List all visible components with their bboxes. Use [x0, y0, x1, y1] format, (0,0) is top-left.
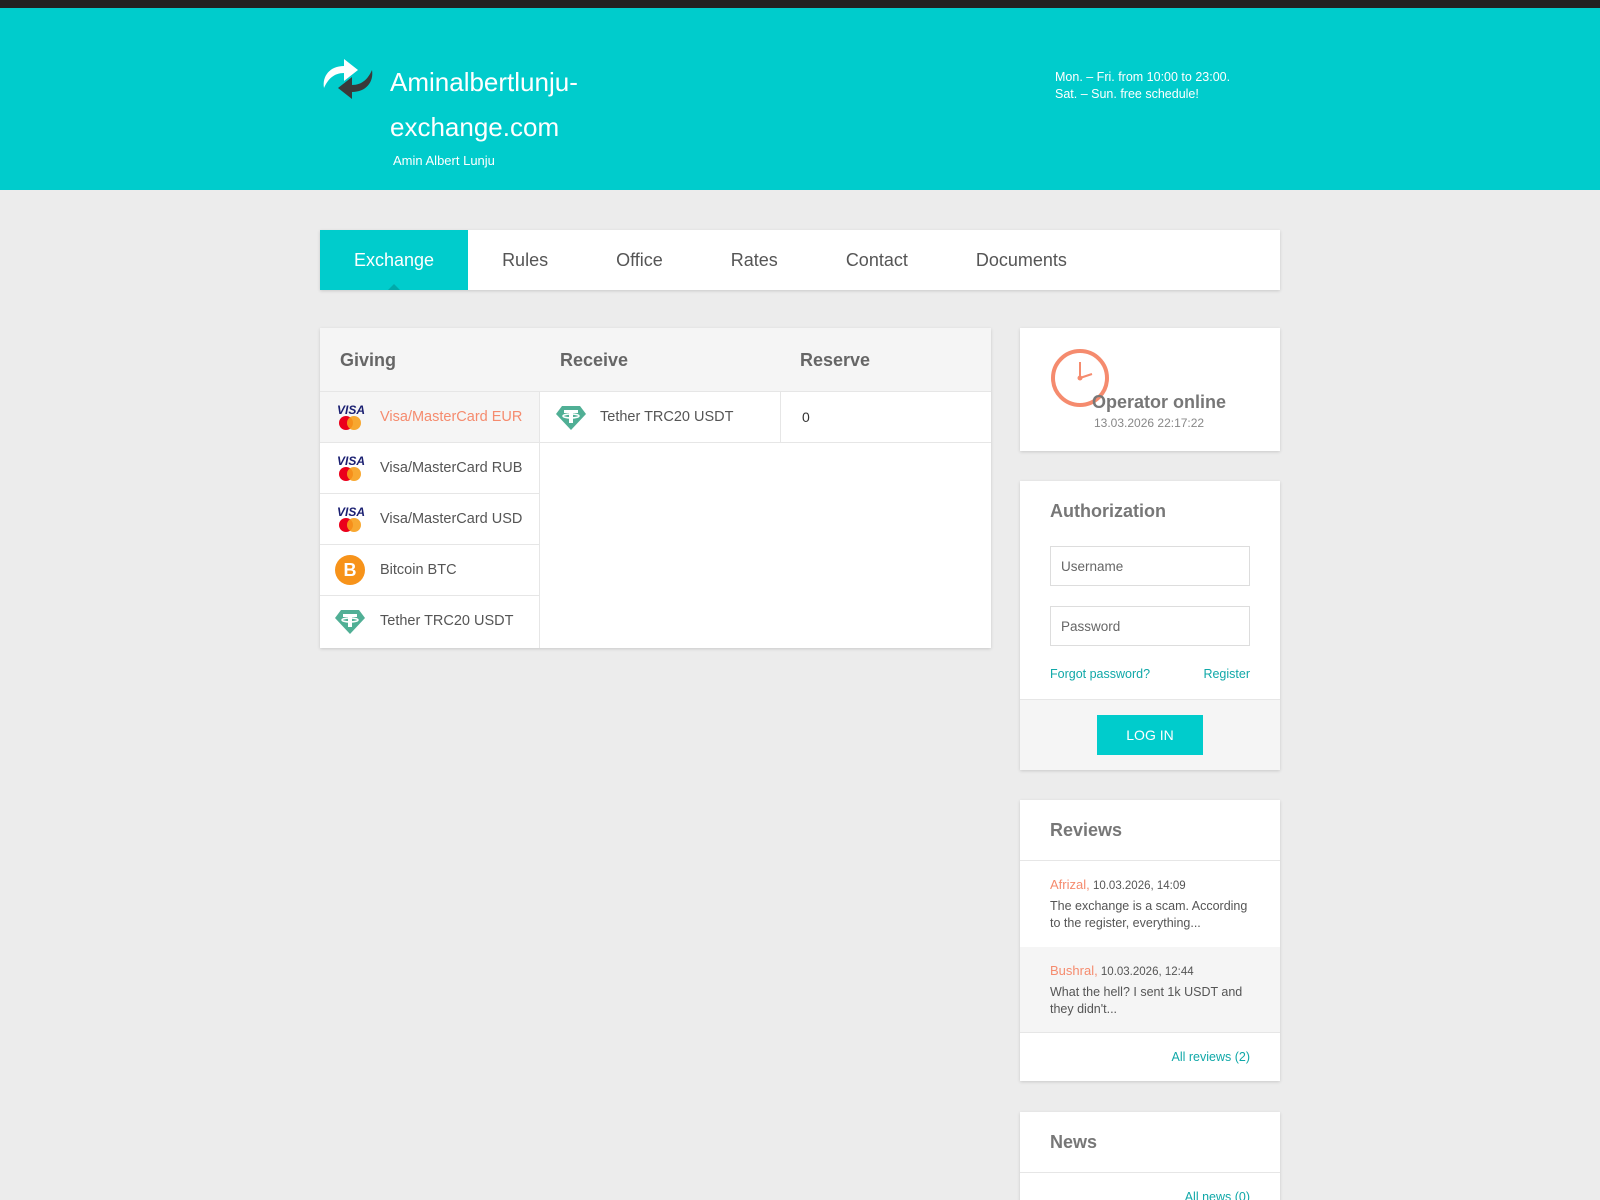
giving-item-visa-rub[interactable]: VISA Visa/MasterCard RUB: [320, 443, 539, 494]
giving-item-label: Visa/MasterCard EUR: [380, 409, 523, 425]
giving-item-label: Visa/MasterCard RUB: [380, 460, 523, 476]
exchange-table-header: Giving Receive Reserve: [320, 328, 991, 392]
nav-exchange[interactable]: Exchange: [320, 230, 469, 290]
visa-mastercard-icon: VISA: [337, 403, 365, 430]
nav-documents[interactable]: Documents: [942, 230, 1101, 290]
giving-item-label: Visa/MasterCard USD: [380, 511, 523, 527]
review-item[interactable]: Afrizal, 10.03.2026, 14:09 The exchange …: [1020, 861, 1280, 947]
receive-item-label: Tether TRC20 USDT: [600, 409, 734, 425]
receive-row-tether[interactable]: Tether TRC20 USDT 0: [540, 392, 991, 443]
register-link[interactable]: Register: [1203, 667, 1250, 681]
reviews-panel: Reviews Afrizal, 10.03.2026, 14:09 The e…: [1020, 800, 1280, 1081]
news-panel: News All news (0): [1020, 1112, 1280, 1200]
exchange-table: Giving Receive Reserve VISA Visa/MasterC…: [320, 328, 991, 648]
authorization-footer: LOG IN: [1020, 699, 1280, 770]
all-reviews-link[interactable]: All reviews (2): [1172, 1050, 1251, 1064]
top-bar: [0, 0, 1600, 8]
reserve-header: Reserve: [800, 350, 871, 370]
all-news-link[interactable]: All news (0): [1185, 1190, 1250, 1200]
authorization-title: Authorization: [1050, 501, 1166, 521]
giving-item-tether[interactable]: Tether TRC20 USDT: [320, 596, 539, 647]
column-divider: [780, 392, 781, 443]
site-subtitle: Amin Albert Lunju: [393, 153, 495, 168]
giving-header: Giving: [340, 350, 397, 370]
login-button[interactable]: LOG IN: [1097, 715, 1203, 755]
main-nav: Exchange Rules Office Rates Contact Docu…: [320, 230, 1280, 290]
visa-mastercard-icon: VISA: [337, 454, 365, 481]
giving-item-label: Bitcoin BTC: [380, 562, 457, 578]
giving-item-label: Tether TRC20 USDT: [380, 613, 514, 629]
operator-status: Operator online: [1092, 392, 1227, 412]
review-text: What the hell? I sent 1k USDT and they d…: [1050, 985, 1243, 1016]
svg-text:B: B: [344, 560, 357, 580]
receive-header: Receive: [560, 350, 629, 370]
review-author: Afrizal,: [1050, 877, 1090, 892]
exchange-arrows-icon[interactable]: [320, 58, 376, 100]
giving-list: VISA Visa/MasterCard EUR VISA Visa/Maste…: [320, 392, 540, 648]
visa-mastercard-icon: VISA: [337, 505, 365, 532]
bitcoin-icon: B: [335, 555, 365, 585]
tether-icon: [556, 406, 586, 430]
nav-rules[interactable]: Rules: [468, 230, 582, 290]
review-date: 10.03.2026, 14:09: [1092, 880, 1186, 892]
divider: [1020, 1172, 1280, 1173]
svg-text:VISA: VISA: [337, 454, 365, 468]
review-meta: Afrizal, 10.03.2026, 14:09: [1050, 877, 1186, 892]
operator-time: 13.03.2026 22:17:22: [1094, 416, 1205, 430]
schedule-weekend: Sat. – Sun. free schedule!: [1055, 87, 1199, 101]
site-title[interactable]: Aminalbertlunju-exchange.com: [390, 60, 620, 150]
svg-text:VISA: VISA: [337, 505, 365, 519]
nav-rates[interactable]: Rates: [697, 230, 812, 290]
nav-contact[interactable]: Contact: [812, 230, 942, 290]
giving-item-visa-usd[interactable]: VISA Visa/MasterCard USD: [320, 494, 539, 545]
giving-item-bitcoin[interactable]: B Bitcoin BTC: [320, 545, 539, 596]
review-date: 10.03.2026, 12:44: [1100, 966, 1194, 978]
username-input[interactable]: [1050, 546, 1250, 586]
review-meta: Bushral, 10.03.2026, 12:44: [1050, 963, 1194, 978]
work-schedule: Mon. – Fri. from 10:00 to 23:00. Sat. – …: [1055, 69, 1230, 103]
nav-office[interactable]: Office: [582, 230, 697, 290]
forgot-password-link[interactable]: Forgot password?: [1050, 667, 1150, 681]
reviews-title: Reviews: [1050, 820, 1123, 840]
review-text: The exchange is a scam. According to the…: [1050, 899, 1248, 930]
schedule-weekdays: Mon. – Fri. from 10:00 to 23:00.: [1055, 70, 1231, 84]
giving-item-visa-eur[interactable]: VISA Visa/MasterCard EUR: [320, 392, 539, 443]
site-header: Aminalbertlunju-exchange.com Amin Albert…: [0, 8, 1600, 190]
reserve-value: 0: [802, 409, 810, 425]
password-input[interactable]: [1050, 606, 1250, 646]
authorization-panel: Authorization Forgot password? Register …: [1020, 481, 1280, 770]
svg-text:VISA: VISA: [337, 403, 365, 417]
tether-icon: [335, 610, 365, 634]
operator-panel: Operator online 13.03.2026 22:17:22: [1020, 328, 1280, 451]
review-author: Bushral,: [1050, 963, 1098, 978]
review-item[interactable]: Bushral, 10.03.2026, 12:44 What the hell…: [1020, 947, 1280, 1033]
news-title: News: [1050, 1132, 1098, 1152]
